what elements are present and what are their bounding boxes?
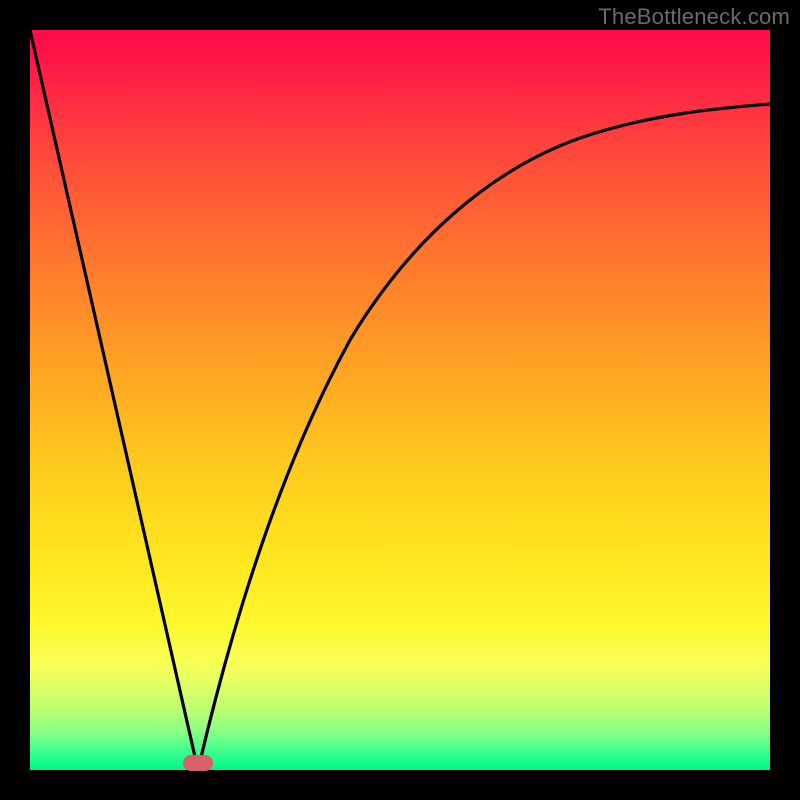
chart-frame: TheBottleneck.com (0, 0, 800, 800)
attribution-label: TheBottleneck.com (598, 4, 790, 30)
curve-left-branch (30, 30, 198, 770)
optimum-marker (183, 755, 213, 771)
plot-area (30, 30, 770, 770)
bottleneck-curve (30, 30, 770, 770)
curve-right-branch (198, 104, 770, 770)
